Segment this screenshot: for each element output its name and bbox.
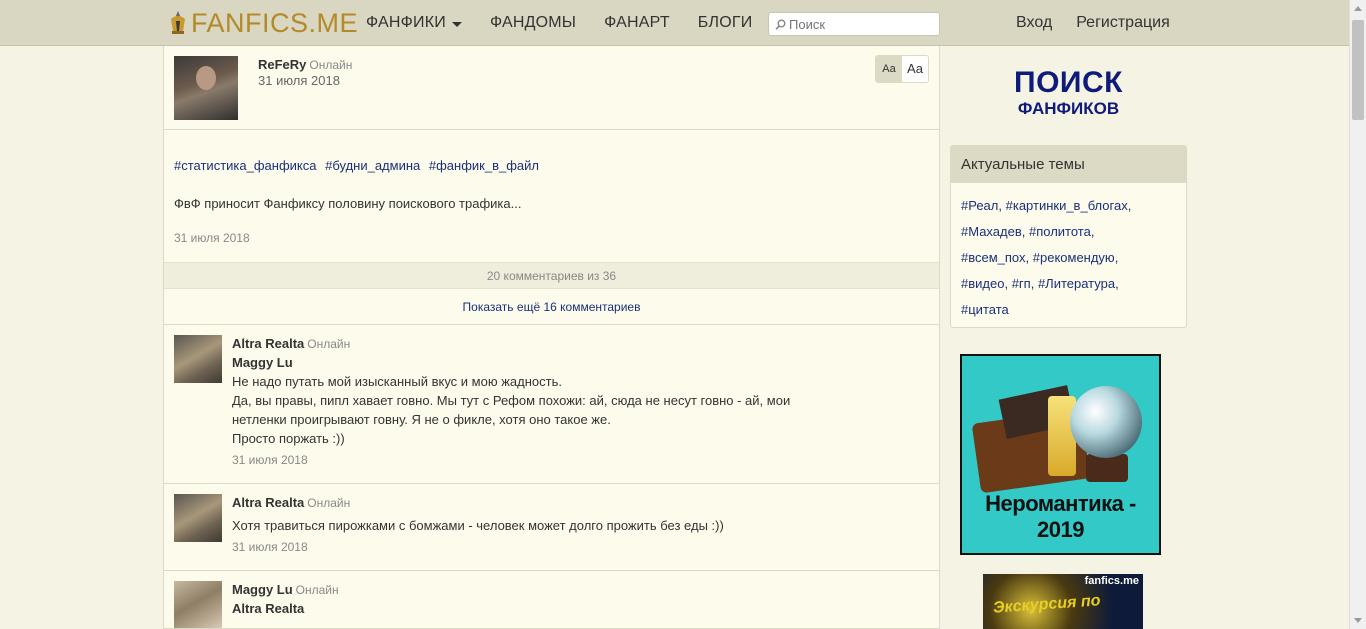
comment-item: Altra Realta Онлайн Хотя травиться пирожк… xyxy=(164,484,939,571)
comment-text: Altra Realta xyxy=(232,599,927,618)
excursion-banner[interactable]: fanfics.me Экскурсия по xyxy=(983,574,1143,629)
comment-item: Altra Realta Онлайн Maggy Lu Не надо пута… xyxy=(164,325,939,484)
trending-topics-box: Актуальные темы #Реал, #картинки_в_блога… xyxy=(950,145,1187,328)
search-input[interactable] xyxy=(789,16,929,32)
show-more-comments-link[interactable]: Показать ещё 16 комментариев xyxy=(164,289,939,325)
font-size-toggle: Aa Aa xyxy=(875,55,929,83)
crystal-ball-illustration xyxy=(1070,386,1142,458)
tag-link[interactable]: #статистика_фанфикса xyxy=(174,158,316,173)
orb-stand-illustration xyxy=(1086,454,1128,482)
nav-fanart-label: ФАНАРТ xyxy=(604,14,670,31)
search-fanfics-banner[interactable]: ПОИСК ФАНФИКОВ xyxy=(950,68,1187,120)
online-status: Онлайн xyxy=(295,583,339,597)
top-navbar: FANFICS.ME ФАНФИКИ ФАНДОМЫ ФАНАРТ БЛОГИ … xyxy=(0,0,1349,46)
comments-count: 20 комментариев из 36 xyxy=(164,262,939,289)
logo-text: FANFICS.ME xyxy=(191,7,359,38)
nav-blogs[interactable]: БЛОГИ xyxy=(698,14,753,32)
post-body: #статистика_фанфикса #будни_админа #фанф… xyxy=(164,130,939,262)
nav-fanfics-label: ФАНФИКИ xyxy=(366,14,446,31)
tag-link[interactable]: #фанфик_в_файл xyxy=(429,158,539,173)
post-tags: #статистика_фанфикса #будни_админа #фанф… xyxy=(174,158,544,173)
topic-link[interactable]: #Реал xyxy=(961,198,998,213)
topic-link[interactable]: #Литература xyxy=(1038,276,1115,291)
topic-link[interactable]: #рекомендую xyxy=(1033,250,1115,265)
comment-line: Да, вы правы, пипл хавает говно. Мы тут … xyxy=(232,393,791,408)
reply-to-name[interactable]: Maggy Lu xyxy=(232,353,927,372)
nav-fandoms[interactable]: ФАНДОМЫ xyxy=(490,14,576,32)
comment-text: Хотя травиться пирожками с бомжами - чел… xyxy=(232,516,927,535)
search-banner-subtitle: ФАНФИКОВ xyxy=(1017,99,1120,118)
comment-date: 31 июля 2018 xyxy=(232,453,308,467)
topic-link[interactable]: #всем_пох xyxy=(961,250,1026,265)
search-banner-title: ПОИСК xyxy=(1014,66,1123,99)
commenter-avatar[interactable] xyxy=(174,335,222,383)
topic-link[interactable]: #цитата xyxy=(961,302,1009,317)
neromantika-banner-title: Неромантика - 2019 xyxy=(985,491,1136,542)
trending-topics-list: #Реал, #картинки_в_блогах, #Махадев, #по… xyxy=(961,198,1132,317)
font-large-button[interactable]: Aa xyxy=(902,56,928,82)
commenter: Maggy Lu Онлайн xyxy=(232,582,927,597)
font-small-button[interactable]: Aa xyxy=(876,56,902,82)
commenter: Altra Realta Онлайн xyxy=(232,336,927,351)
commenter-avatar[interactable] xyxy=(174,494,222,542)
topic-link[interactable]: #картинки_в_блогах xyxy=(1006,198,1128,213)
comment-line: нетленки проигрывают говну. Я не о фикле… xyxy=(232,412,611,427)
logo-emblem-icon xyxy=(167,9,189,37)
caret-down-icon xyxy=(451,21,462,27)
scrollbar-thumb[interactable] xyxy=(1352,20,1364,120)
excursion-banner-text: Экскурсия по xyxy=(992,592,1102,617)
comment-date: 31 июля 2018 xyxy=(232,540,308,554)
tag-link[interactable]: #будни_админа xyxy=(325,158,420,173)
comment-body: Altra Realta Онлайн Maggy Lu Не надо пута… xyxy=(232,325,939,483)
online-status: Онлайн xyxy=(307,337,351,351)
nav-blogs-label: БЛОГИ xyxy=(697,14,753,31)
search-icon xyxy=(775,19,786,30)
comment-line: Хотя травиться пирожками с бомжами - чел… xyxy=(232,518,724,533)
site-logo[interactable]: FANFICS.ME xyxy=(167,8,358,38)
nav-fanfics[interactable]: ФАНФИКИ xyxy=(366,14,462,32)
topic-link[interactable]: #видео xyxy=(961,276,1004,291)
commenter-name[interactable]: Altra Realta xyxy=(232,336,304,351)
topic-link[interactable]: #политота xyxy=(1029,224,1091,239)
comment-line: Просто поржать :)) xyxy=(232,431,345,446)
online-status: Онлайн xyxy=(309,58,353,72)
comment-body: Maggy Lu Онлайн Altra Realta xyxy=(232,571,939,618)
page-scrollbar[interactable] xyxy=(1349,0,1366,629)
comment-item: Maggy Lu Онлайн Altra Realta xyxy=(164,571,939,628)
nav-fandoms-label: ФАНДОМЫ xyxy=(489,14,577,31)
comment-body: Altra Realta Онлайн Хотя травиться пирожк… xyxy=(232,484,939,570)
scroll-up-arrow-icon[interactable] xyxy=(1354,6,1362,11)
auth-links: Вход Регистрация xyxy=(1016,14,1194,32)
nav-fanart[interactable]: ФАНАРТ xyxy=(604,14,670,32)
topic-link[interactable]: #гп xyxy=(1012,276,1031,291)
commenter-name[interactable]: Maggy Lu xyxy=(232,582,293,597)
trending-topics-title: Актуальные темы xyxy=(951,146,1186,183)
reply-to-name[interactable]: Altra Realta xyxy=(232,599,927,618)
excursion-banner-site: fanfics.me xyxy=(1084,575,1139,587)
post-author: ReFeRy Онлайн xyxy=(258,57,352,72)
topic-link[interactable]: #Махадев xyxy=(961,224,1022,239)
commenter: Altra Realta Онлайн xyxy=(232,495,927,510)
post-date-top: 31 июля 2018 xyxy=(258,73,340,88)
sidebar: ПОИСК ФАНФИКОВ Актуальные темы #Реал, #к… xyxy=(950,46,1187,629)
comment-text: Maggy Lu Не надо путать мой изысканный в… xyxy=(232,353,927,448)
post-author-name[interactable]: ReFeRy xyxy=(258,57,306,72)
neromantika-banner[interactable]: Неромантика - 2019 xyxy=(960,354,1161,555)
post-header: ReFeRy Онлайн 31 июля 2018 Aa Aa xyxy=(164,46,939,130)
post-date: 31 июля 2018 xyxy=(174,231,250,245)
commenter-name[interactable]: Altra Realta xyxy=(232,495,304,510)
post-text: ФвФ приносит Фанфиксу половину поисковог… xyxy=(174,196,522,211)
author-avatar[interactable] xyxy=(174,56,238,120)
scroll-down-arrow-icon[interactable] xyxy=(1354,618,1362,623)
search-box xyxy=(768,12,940,36)
register-link[interactable]: Регистрация xyxy=(1076,14,1170,32)
main-nav: ФАНФИКИ ФАНДОМЫ ФАНАРТ БЛОГИ xyxy=(366,14,780,32)
online-status: Онлайн xyxy=(307,496,351,510)
commenter-avatar[interactable] xyxy=(174,581,222,628)
blog-post-panel: ReFeRy Онлайн 31 июля 2018 Aa Aa #статист… xyxy=(163,46,940,629)
comment-line: Не надо путать мой изысканный вкус и мою… xyxy=(232,374,562,389)
login-link[interactable]: Вход xyxy=(1016,14,1052,32)
